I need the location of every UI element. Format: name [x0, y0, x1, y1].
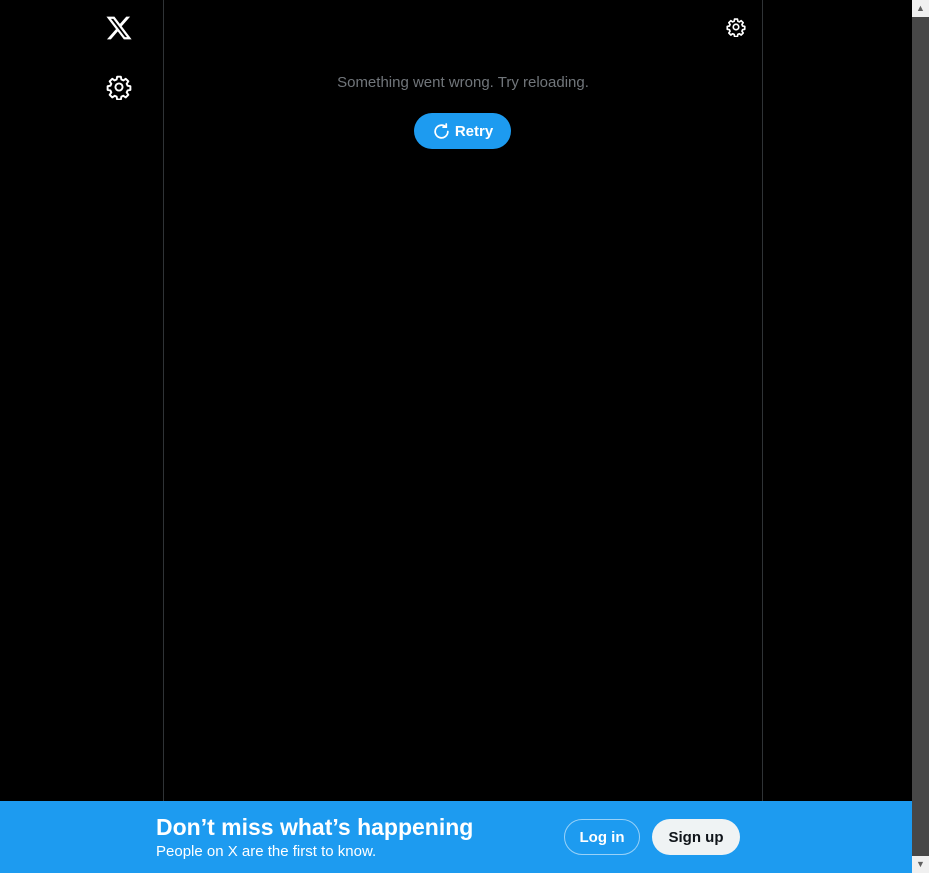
- left-rail: [0, 0, 163, 873]
- retry-button[interactable]: Retry: [414, 113, 511, 149]
- error-message: Something went wrong. Try reloading.: [337, 74, 589, 91]
- app-window: Something went wrong. Try reloading. Ret…: [0, 0, 912, 873]
- refresh-icon: [432, 122, 451, 141]
- x-logo-icon[interactable]: [105, 14, 133, 42]
- signup-banner: Don’t miss what’s happening People on X …: [0, 801, 912, 873]
- retry-label: Retry: [454, 122, 494, 140]
- scroll-thumb[interactable]: [912, 17, 929, 856]
- banner-subtitle: People on X are the first to know.: [156, 843, 377, 860]
- settings-gear-icon[interactable]: [726, 17, 746, 38]
- scroll-down-arrow-icon[interactable]: ▼: [912, 856, 929, 873]
- login-button[interactable]: Log in: [564, 819, 640, 855]
- vertical-scrollbar[interactable]: ▲ ▼: [912, 0, 929, 873]
- main-column: Something went wrong. Try reloading. Ret…: [163, 0, 763, 873]
- signup-button[interactable]: Sign up: [652, 819, 740, 855]
- scroll-up-arrow-icon[interactable]: ▲: [912, 0, 929, 17]
- settings-gear-icon[interactable]: [106, 74, 132, 101]
- banner-title: Don’t miss what’s happening: [156, 814, 474, 840]
